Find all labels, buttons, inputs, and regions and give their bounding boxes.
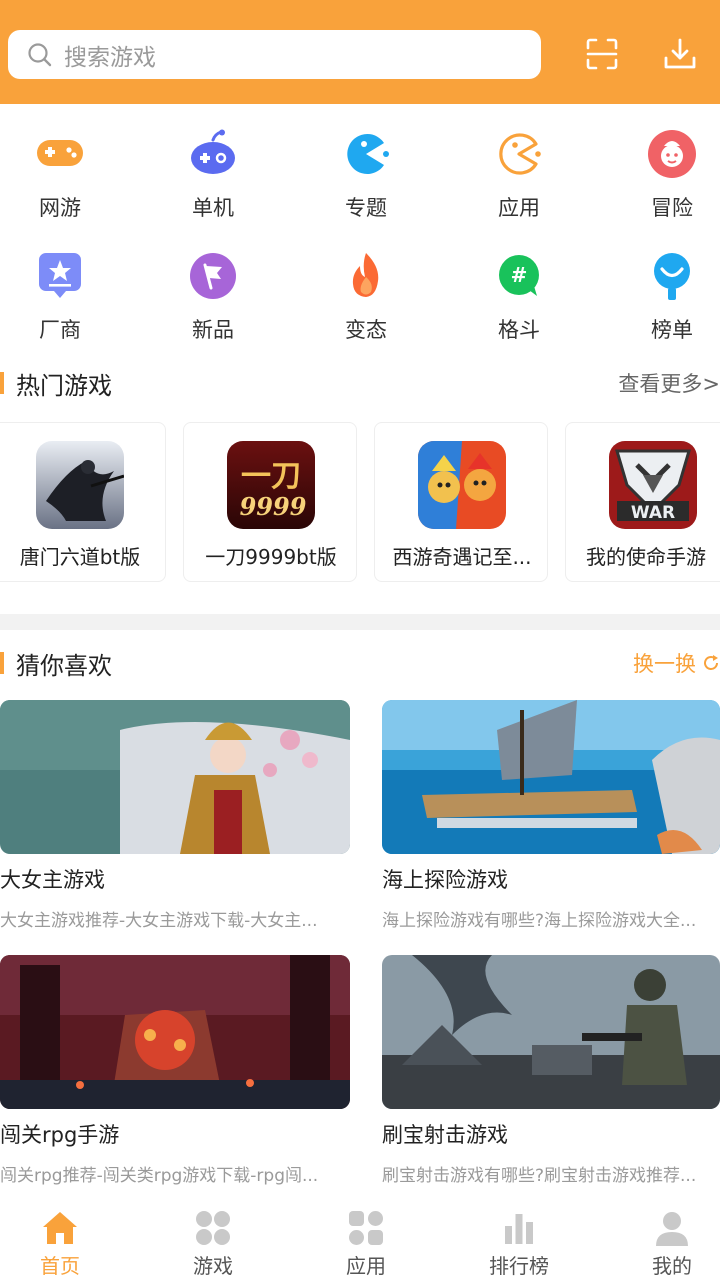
nav-home[interactable]: 首页	[0, 1196, 120, 1280]
game-icon: WAR	[609, 441, 697, 529]
search-input[interactable]: 搜索游戏	[8, 30, 541, 79]
recommend-desc: 刷宝射击游戏有哪些?刷宝射击游戏推荐...	[382, 1166, 697, 1186]
fire-icon	[340, 250, 392, 302]
category-topics[interactable]: 专题	[306, 128, 426, 222]
hot-game-card[interactable]: 一刀 9999 一刀9999bt版	[183, 422, 357, 582]
nav-label: 排行榜	[489, 1254, 549, 1278]
nav-label: 首页	[40, 1254, 80, 1278]
user-icon	[652, 1208, 692, 1248]
recommend-header: 猜你喜欢 换一换	[0, 648, 720, 680]
hash-chat-icon: #	[493, 250, 545, 302]
nav-label: 我的	[652, 1254, 692, 1278]
category-label: 单机	[192, 196, 234, 220]
nav-label: 游戏	[193, 1254, 233, 1278]
download-icon	[664, 38, 696, 69]
category-apps[interactable]: 应用	[459, 128, 579, 222]
recommend-card[interactable]: 海上探险游戏 海上探险游戏有哪些?海上探险游戏大全...	[382, 700, 720, 931]
apps-icon	[346, 1208, 386, 1248]
recommend-title-text: 刷宝射击游戏	[382, 1123, 508, 1147]
top-header: 搜索游戏	[0, 0, 720, 104]
category-label: 厂商	[39, 318, 81, 342]
category-rankings[interactable]: 榜单	[612, 250, 720, 344]
category-label: 新品	[192, 318, 234, 342]
scan-button[interactable]	[582, 34, 622, 74]
recommend-image	[0, 955, 350, 1109]
game-icon	[36, 441, 124, 529]
recommend-desc: 闯关rpg推荐-闯关类rpg游戏下载-rpg闯...	[0, 1166, 319, 1186]
star-badge-icon	[34, 250, 86, 302]
section-accent-bar	[0, 372, 4, 394]
gamepad-icon	[34, 128, 86, 180]
nav-profile[interactable]: 我的	[612, 1196, 720, 1280]
hot-games-header: 热门游戏 查看更多>	[0, 368, 720, 400]
svg-text:#: #	[511, 263, 528, 287]
ranking-icon	[646, 250, 698, 302]
section-divider	[0, 614, 720, 630]
category-label: 应用	[498, 196, 540, 220]
category-single-player[interactable]: 单机	[153, 128, 273, 222]
category-label: 榜单	[651, 318, 693, 342]
nav-rankings[interactable]: 排行榜	[459, 1196, 579, 1280]
category-label: 网游	[39, 196, 81, 220]
controller-icon	[187, 128, 239, 180]
nav-label: 应用	[346, 1254, 386, 1278]
recommend-title-text: 大女主游戏	[0, 868, 105, 892]
recommend-card[interactable]: 刷宝射击游戏 刷宝射击游戏有哪些?刷宝射击游戏推荐...	[382, 955, 720, 1186]
recommend-image	[382, 955, 720, 1109]
refresh-icon[interactable]	[702, 654, 720, 672]
search-placeholder: 搜索游戏	[64, 44, 156, 71]
adventure-icon	[646, 128, 698, 180]
game-icon: 一刀 9999	[227, 441, 315, 529]
grid-icon	[193, 1208, 233, 1248]
hot-game-card[interactable]: WAR 我的使命手游	[565, 422, 720, 582]
category-modded[interactable]: 变态	[306, 250, 426, 344]
category-vendors[interactable]: 厂商	[0, 250, 120, 344]
nav-apps[interactable]: 应用	[306, 1196, 426, 1280]
category-fighting[interactable]: # 格斗	[459, 250, 579, 344]
refresh-button[interactable]: 换一换	[633, 648, 696, 678]
view-more-link[interactable]: 查看更多>	[618, 368, 720, 398]
game-icon-subtitle: 9999	[240, 492, 307, 521]
bottom-nav: 首页 游戏 应用 排行榜 我的	[0, 1196, 720, 1280]
category-online-games[interactable]: 网游	[0, 128, 120, 222]
game-icon	[418, 441, 506, 529]
recommend-desc: 大女主游戏推荐-大女主游戏下载-大女主...	[0, 911, 318, 931]
game-name: 唐门六道bt版	[19, 545, 141, 569]
recommend-image	[0, 700, 350, 854]
section-accent-bar	[0, 652, 4, 674]
category-label: 冒险	[651, 196, 693, 220]
nav-games[interactable]: 游戏	[153, 1196, 273, 1280]
game-name: 我的使命手游	[586, 545, 706, 569]
recommend-title: 猜你喜欢	[16, 651, 112, 680]
recommend-card[interactable]: 大女主游戏 大女主游戏推荐-大女主游戏下载-大女主...	[0, 700, 350, 931]
game-name: 西游奇遇记至...	[392, 545, 532, 569]
home-icon	[40, 1208, 80, 1248]
scan-icon	[586, 38, 618, 70]
hot-game-card[interactable]: 西游奇遇记至...	[374, 422, 548, 582]
recommend-title-text: 海上探险游戏	[382, 868, 508, 892]
category-label: 格斗	[498, 318, 540, 342]
game-icon-title: 一刀	[241, 459, 301, 494]
recommend-card[interactable]: 闯关rpg手游 闯关rpg推荐-闯关类rpg游戏下载-rpg闯...	[0, 955, 350, 1186]
pacman-outline-icon	[493, 128, 545, 180]
category-label: 变态	[345, 318, 387, 342]
hot-games-title: 热门游戏	[16, 371, 112, 400]
search-icon	[28, 42, 52, 66]
download-button[interactable]	[660, 34, 700, 74]
game-name: 一刀9999bt版	[205, 545, 337, 569]
category-new[interactable]: 新品	[153, 250, 273, 344]
game-icon-title: WAR	[631, 503, 675, 523]
recommend-desc: 海上探险游戏有哪些?海上探险游戏大全...	[382, 911, 697, 931]
flag-icon	[187, 250, 239, 302]
bar-chart-icon	[499, 1208, 539, 1248]
hot-game-card[interactable]: 唐门六道bt版	[0, 422, 166, 582]
category-adventure[interactable]: 冒险	[612, 128, 720, 222]
recommend-image	[382, 700, 720, 854]
pacman-icon	[340, 128, 392, 180]
category-label: 专题	[345, 196, 387, 220]
recommend-title-text: 闯关rpg手游	[0, 1123, 120, 1147]
